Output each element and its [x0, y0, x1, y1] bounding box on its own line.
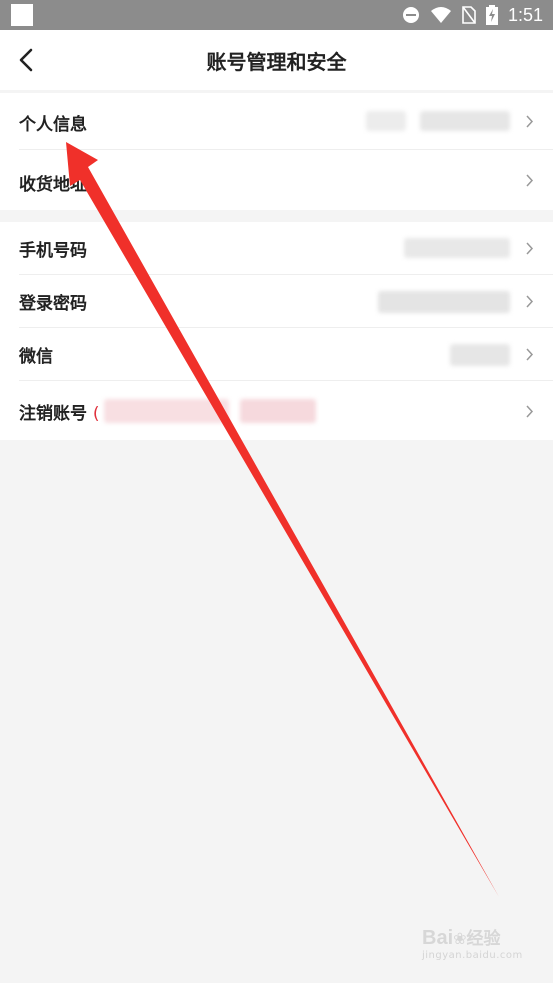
watermark: Bai❀经验 jingyan.baidu.com — [422, 924, 542, 974]
chevron-right-icon — [526, 295, 534, 308]
row-wechat[interactable]: 微信 — [0, 328, 553, 381]
battery-charging-icon — [485, 5, 498, 25]
row-personal-info[interactable]: 个人信息 — [0, 93, 553, 150]
row-label: 微信 — [19, 347, 53, 367]
redacted-value — [366, 111, 406, 131]
redacted-value — [450, 344, 510, 366]
row-label: 注销账号 ( — [19, 399, 100, 424]
warning-note: ( — [92, 404, 100, 424]
row-label: 个人信息 — [19, 115, 87, 135]
row-shipping-address[interactable]: 收货地址 — [0, 150, 553, 210]
redacted-value — [404, 238, 510, 258]
redacted-warning — [104, 399, 229, 423]
row-label: 登录密码 — [19, 294, 87, 314]
no-sim-icon — [462, 6, 476, 24]
watermark-brand: Bai — [422, 927, 454, 949]
notification-icon — [11, 4, 33, 26]
row-cancel-account[interactable]: 注销账号 ( — [0, 381, 553, 440]
paw-icon: ❀ — [453, 929, 467, 948]
chevron-right-icon — [526, 348, 534, 361]
chevron-right-icon — [526, 115, 534, 128]
page-title: 账号管理和安全 — [206, 50, 347, 74]
wifi-icon — [430, 7, 451, 23]
nav-bar: 账号管理和安全 — [0, 30, 553, 90]
row-label: 收货地址 — [19, 175, 87, 195]
do-not-disturb-icon — [402, 7, 419, 23]
row-phone-number[interactable]: 手机号码 — [0, 222, 553, 275]
watermark-url: jingyan.baidu.com — [422, 950, 523, 961]
redacted-warning — [240, 399, 316, 423]
redacted-value — [420, 111, 510, 131]
chevron-right-icon — [526, 174, 534, 187]
settings-group-profile: 个人信息 收货地址 — [0, 93, 553, 210]
settings-group-security: 手机号码 登录密码 微信 注销账号 ( — [0, 222, 553, 440]
clock: 1:51 — [507, 4, 543, 25]
status-bar: 1:51 — [0, 0, 553, 30]
row-login-password[interactable]: 登录密码 — [0, 275, 553, 328]
row-label-text: 注销账号 — [19, 404, 87, 424]
row-label: 手机号码 — [19, 241, 87, 261]
chevron-right-icon — [526, 242, 534, 255]
chevron-right-icon — [526, 405, 534, 418]
redacted-value — [378, 291, 510, 313]
